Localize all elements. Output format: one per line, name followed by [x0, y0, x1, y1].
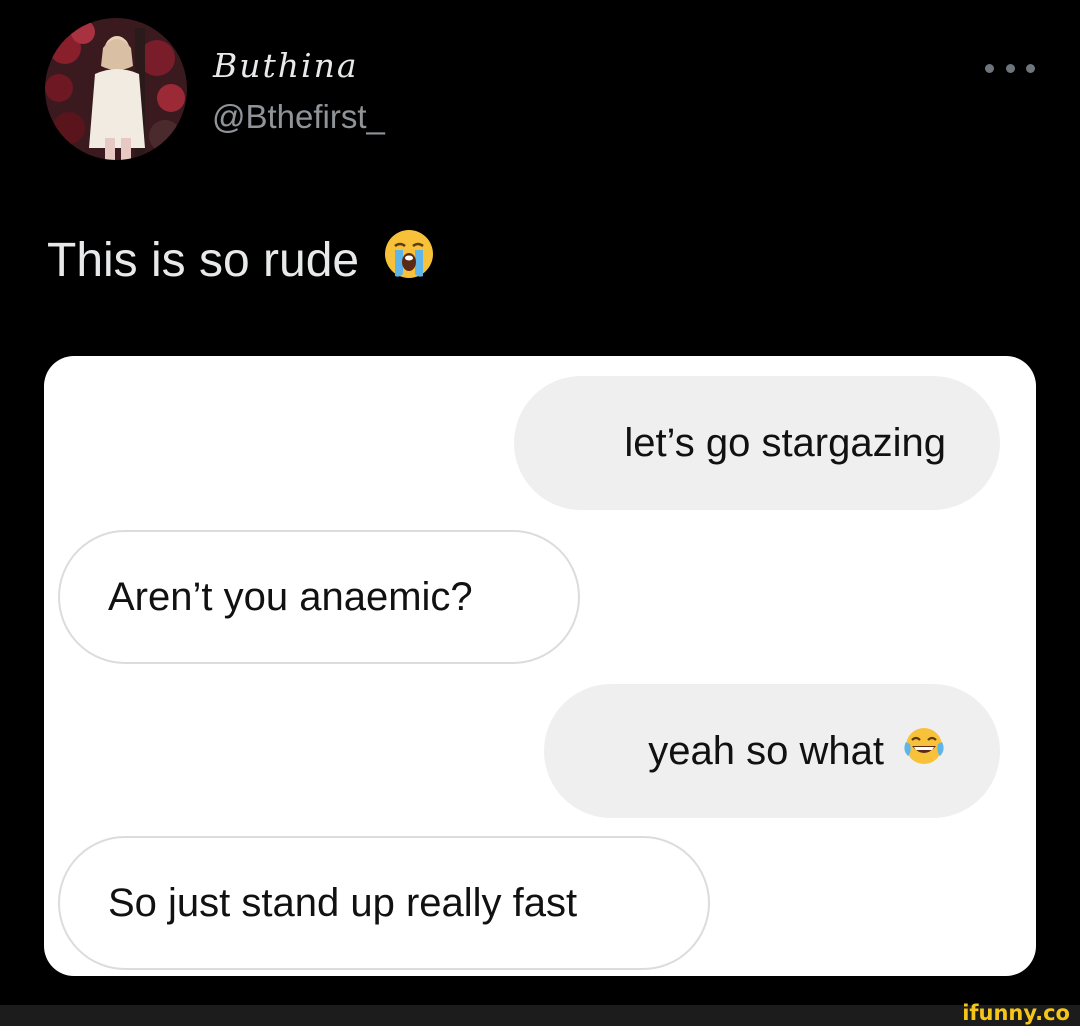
more-options-icon [985, 63, 994, 73]
avatar[interactable] [45, 18, 187, 160]
tears-of-joy-face-icon [902, 724, 946, 778]
message-bubble-received: So just stand up really fast [58, 836, 710, 970]
message-text: So just stand up really fast [108, 880, 578, 925]
message-bubble-received: Aren’t you anaemic? [58, 530, 580, 664]
loudly-crying-face-icon [383, 228, 435, 292]
watermark: ifunny.co [962, 1001, 1070, 1025]
message-text: let’s go stargazing [624, 420, 946, 465]
message-text: Aren’t you anaemic? [108, 574, 473, 619]
message-text: yeah so what [648, 728, 884, 773]
tweet-text-content: This is so rude [47, 233, 360, 287]
message-bubble-sent: yeah so what [544, 684, 1000, 818]
user-handle[interactable]: @Bthefirst_ [212, 98, 385, 136]
display-name[interactable]: Buthina [213, 46, 359, 85]
bottom-bar [0, 1005, 1080, 1026]
message-bubble-sent: let’s go stargazing [514, 376, 1000, 510]
more-options-icon [1005, 63, 1015, 73]
more-options-button[interactable] [985, 56, 1035, 80]
more-options-icon [1026, 63, 1035, 73]
chat-screenshot: let’s go stargazing Aren’t you anaemic? … [44, 356, 1036, 976]
tweet-text: This is so rude [47, 228, 435, 292]
